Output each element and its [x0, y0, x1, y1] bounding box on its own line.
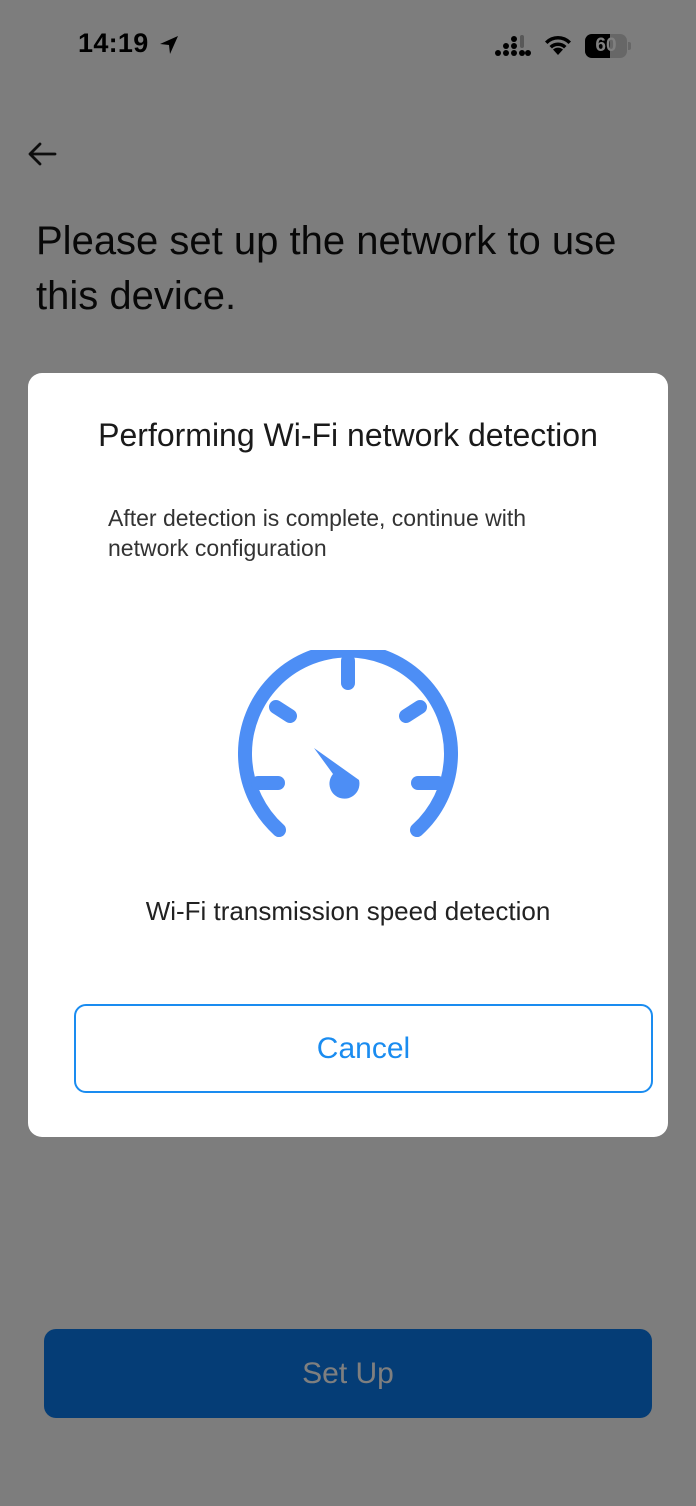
speedometer-icon [238, 650, 458, 837]
dialog-title: Performing Wi-Fi network detection [98, 417, 598, 453]
gauge-caption: Wi-Fi transmission speed detection [145, 896, 551, 926]
cancel-button[interactable]: Cancel [74, 1004, 653, 1093]
dialog-description: After detection is complete, continue wi… [108, 505, 527, 561]
